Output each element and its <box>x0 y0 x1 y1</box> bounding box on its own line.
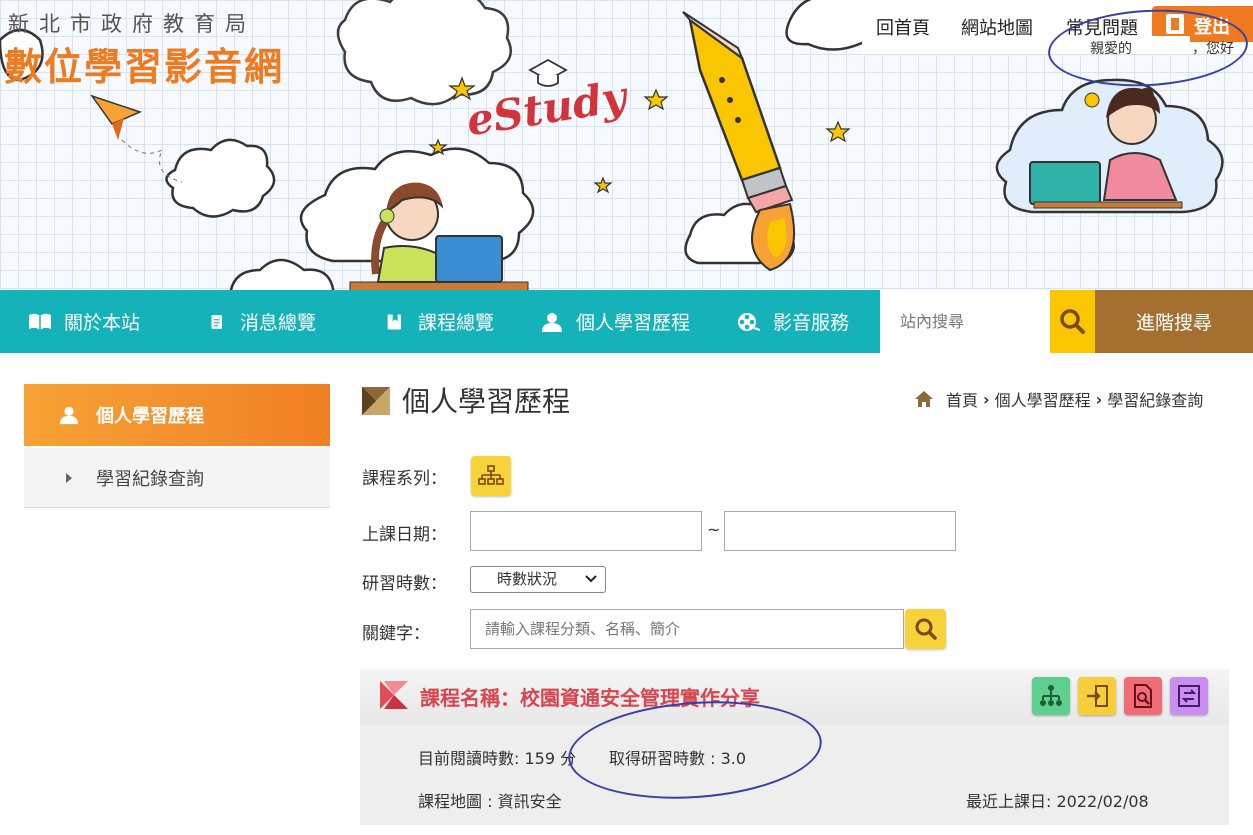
nav-item-video-service[interactable]: 影音服務 <box>737 290 849 353</box>
date-range-separator: ~ <box>707 520 721 539</box>
breadcrumb-current: 學習紀錄查詢 <box>1107 391 1204 410</box>
nav-label-about: 關於本站 <box>64 312 141 334</box>
greeting-prefix: 親愛的 <box>1090 41 1132 57</box>
notebook-icon <box>387 314 401 329</box>
exchange-icon <box>1178 685 1200 707</box>
last-class-date-text: 最近上課日: 2022/02/08 <box>966 792 1149 811</box>
paper-plane-icon <box>90 94 183 183</box>
view-document-button[interactable] <box>1124 677 1162 715</box>
sidebar-item-label: 學習紀錄查詢 <box>96 468 204 490</box>
enter-arrow-icon <box>1087 685 1108 707</box>
series-label: 課程系列： <box>362 469 447 489</box>
site-logo-title[interactable]: 數位學習影音網 <box>4 36 284 91</box>
banner: 新北市政府教育局 數位學習影音網 eStudy 回首頁 網站地圖 常見問題 登出… <box>0 0 1253 290</box>
breadcrumb: 首頁 › 個人學習歷程 › 學習紀錄查詢 <box>914 387 1203 411</box>
site-search-input[interactable] <box>880 290 1050 353</box>
breadcrumb-section[interactable]: 個人學習歷程 <box>995 387 1091 411</box>
nav-item-news[interactable]: 消息總覽 <box>210 290 316 353</box>
earned-hours-text: 取得研習時數 : 3.0 <box>609 749 747 768</box>
nav-label-learning-history: 個人學習歷程 <box>576 312 691 334</box>
breadcrumb-separator: › <box>983 389 990 409</box>
course-bullet-icon <box>380 681 408 709</box>
nav-label-courses: 課程總覽 <box>418 312 495 334</box>
sidebar-heading[interactable]: 個人學習歷程 <box>24 384 330 446</box>
top-links-bar: 回首頁 網站地圖 常見問題 登出 親愛的 ，您好 <box>862 0 1253 57</box>
keyword-label: 關鍵字： <box>362 624 430 644</box>
film-reel-icon <box>738 312 761 331</box>
person-icon <box>59 406 79 425</box>
document-search-icon <box>1134 684 1152 708</box>
date-label: 上課日期： <box>362 525 447 545</box>
nav-item-about[interactable]: 關於本站 <box>28 290 140 353</box>
nav-item-courses[interactable]: 課程總覽 <box>386 290 494 353</box>
logout-door-icon <box>1166 14 1184 34</box>
org-chart-icon <box>1040 685 1062 706</box>
greeting-suffix: ，您好 <box>1192 41 1234 57</box>
hours-status-select[interactable]: 時數狀況 <box>470 566 606 593</box>
course-card-header: 課程名稱：校園資通安全管理實作分享 <box>360 669 1229 725</box>
sidebar-heading-label: 個人學習歷程 <box>96 406 204 427</box>
hours-status-value: 時數狀況 <box>497 570 558 588</box>
book-icon <box>29 313 51 330</box>
title-bullet-icon <box>362 387 390 415</box>
sidebar-item-learning-records[interactable]: 學習紀錄查詢 <box>24 448 330 508</box>
course-tree-button[interactable] <box>1032 677 1070 715</box>
document-icon <box>211 314 222 329</box>
breadcrumb-home[interactable]: 首頁 <box>946 387 978 411</box>
read-hours-text: 目前閱讀時數: 159 分 <box>418 749 577 768</box>
faq-link[interactable]: 常見問題 <box>1066 14 1138 40</box>
home-icon[interactable] <box>914 390 934 408</box>
chevron-down-icon <box>585 575 597 583</box>
keyword-search-button[interactable] <box>905 609 946 649</box>
hours-label: 研習時數： <box>362 574 447 594</box>
page-title: 個人學習歷程 <box>402 385 571 418</box>
breadcrumb-separator: › <box>1095 389 1103 409</box>
date-start-field[interactable] <box>470 511 702 551</box>
lightbulb-icon <box>1084 92 1100 108</box>
search-icon <box>915 618 937 640</box>
nav-label-news: 消息總覽 <box>240 312 317 334</box>
date-end-field[interactable] <box>724 511 956 551</box>
site-search-button[interactable] <box>1050 290 1095 353</box>
person-icon <box>542 312 562 332</box>
enter-course-button[interactable] <box>1078 677 1116 715</box>
advanced-search-button[interactable]: 進階搜尋 <box>1095 290 1253 353</box>
search-icon <box>1060 309 1085 334</box>
caret-right-icon <box>66 472 72 483</box>
swap-record-button[interactable] <box>1170 677 1208 715</box>
keyword-input[interactable] <box>470 609 904 649</box>
nav-item-learning-history[interactable]: 個人學習歷程 <box>540 290 690 353</box>
home-link[interactable]: 回首頁 <box>876 14 930 40</box>
course-map-text: 課程地圖 : 資訊安全 <box>418 792 562 811</box>
course-title: 課程名稱：校園資通安全管理實作分享 <box>420 686 760 710</box>
logout-label: 登出 <box>1194 17 1230 38</box>
org-name: 新北市政府教育局 <box>8 12 256 36</box>
course-record-card: 課程名稱：校園資通安全管理實作分享 目前閱讀時數: 159 分 取得研習時數 :… <box>360 669 1229 825</box>
nav-label-video-service: 影音服務 <box>773 312 850 334</box>
hierarchy-icon <box>478 465 504 485</box>
username-redaction <box>1148 36 1190 54</box>
course-series-picker-button[interactable] <box>471 456 511 496</box>
sitemap-link[interactable]: 網站地圖 <box>961 14 1033 40</box>
